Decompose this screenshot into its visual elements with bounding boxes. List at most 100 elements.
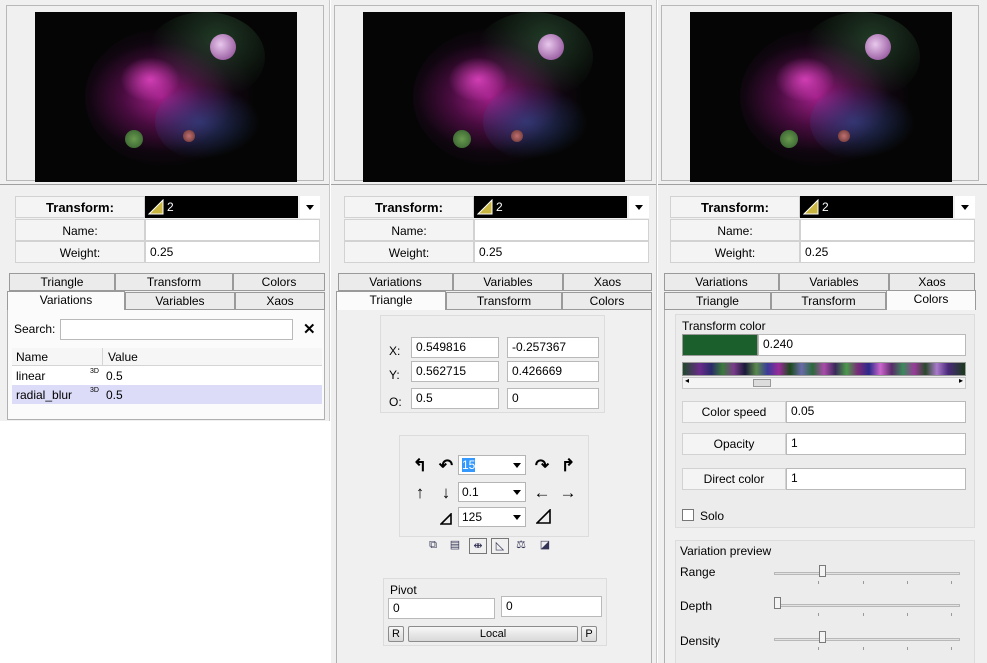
scroll-left-icon[interactable]: ◂ (685, 376, 689, 385)
name-field[interactable] (145, 219, 320, 241)
depth-slider[interactable] (774, 597, 960, 617)
move-up-icon[interactable]: ↑ (410, 483, 430, 503)
reset-icon[interactable]: ◪ (537, 538, 553, 552)
o2-field[interactable]: 0 (507, 388, 599, 409)
tab-colors[interactable]: Colors (233, 273, 325, 291)
tab-variables[interactable]: Variables (125, 292, 235, 310)
rotate-cw-icon[interactable]: ↷ (532, 456, 552, 476)
move-left-icon[interactable]: ← (532, 483, 552, 503)
pivot-group: Pivot 0 0 R Local P (383, 578, 607, 646)
scroll-right-icon[interactable]: ▸ (959, 376, 963, 385)
transform-select[interactable]: 2 (800, 196, 953, 218)
tab-xaos[interactable]: Xaos (889, 273, 975, 291)
tab-xaos[interactable]: Xaos (235, 292, 325, 310)
move-value-combo[interactable]: 0.1 (458, 482, 526, 502)
tab-variables[interactable]: Variables (453, 273, 563, 291)
color-value-field[interactable]: 0.240 (758, 334, 966, 356)
color-speed-field[interactable]: 0.05 (786, 401, 966, 423)
balance-icon[interactable]: ⚖ (513, 538, 529, 552)
direct-color-field[interactable]: 1 (786, 468, 966, 490)
transform-select-value: 2 (167, 200, 174, 214)
rotate-ccw-icon[interactable]: ↶ (436, 456, 456, 476)
row-value[interactable]: 0.5 (106, 369, 123, 383)
tab-transform[interactable]: Transform (446, 292, 562, 310)
slider-tick (818, 581, 819, 584)
transform-select[interactable]: 2 (474, 196, 627, 218)
table-row[interactable]: radial_blur 3D 0.5 (12, 385, 322, 404)
tab-variations[interactable]: Variations (7, 291, 125, 311)
range-slider[interactable] (774, 565, 960, 585)
tab-variations[interactable]: Variations (664, 273, 779, 291)
clear-search-icon[interactable]: ✕ (303, 320, 316, 338)
density-slider[interactable] (774, 631, 960, 651)
middle-panel: Transform: 2 Name: Weight: 0.25 Variatio… (331, 0, 657, 663)
slider-tick (951, 581, 952, 584)
paste-icon[interactable]: ▤ (447, 538, 463, 552)
tab-triangle[interactable]: Triangle (9, 273, 115, 291)
weight-row: Weight: 0.25 (344, 241, 649, 263)
row-value[interactable]: 0.5 (106, 388, 123, 402)
tab-transform[interactable]: Transform (771, 292, 886, 310)
transform-dropdown-arrow[interactable] (955, 196, 975, 218)
pivot-reset-button[interactable]: R (388, 626, 404, 642)
pivot-title: Pivot (390, 583, 417, 597)
transform-select[interactable]: 2 (145, 196, 298, 218)
weight-field[interactable]: 0.25 (474, 241, 649, 263)
tab-xaos[interactable]: Xaos (563, 273, 652, 291)
scrollbar-thumb[interactable] (753, 379, 771, 387)
name-field[interactable] (474, 219, 649, 241)
flame-preview-frame (334, 5, 652, 182)
tab-colors[interactable]: Colors (562, 292, 652, 310)
x2-field[interactable]: -0.257367 (507, 337, 599, 358)
transform-row: Transform: 2 (15, 196, 320, 218)
copy-icon[interactable]: ⧉ (425, 538, 441, 552)
tab-triangle[interactable]: Triangle (664, 292, 771, 310)
triangle-edit-icon[interactable]: ◺ (491, 538, 509, 554)
pivot-local-button[interactable]: Local (408, 626, 578, 642)
rotate-value-combo[interactable]: 15 (458, 455, 526, 475)
o1-field[interactable]: 0.5 (411, 388, 499, 409)
tab-triangle[interactable]: Triangle (336, 291, 446, 311)
name-field[interactable] (800, 219, 975, 241)
x1-field[interactable]: 0.549816 (411, 337, 499, 358)
weight-field[interactable]: 0.25 (800, 241, 975, 263)
pivot-x-field[interactable]: 0 (388, 598, 495, 619)
y2-field[interactable]: 0.426669 (507, 361, 599, 382)
solo-checkbox[interactable] (682, 509, 694, 521)
column-header-value[interactable]: Value (108, 350, 138, 364)
table-row[interactable]: linear 3D 0.5 (12, 366, 322, 385)
tab-variations[interactable]: Variations (338, 273, 453, 291)
transform-dropdown-arrow[interactable] (300, 196, 320, 218)
palette-scrollbar[interactable]: ◂ ▸ (682, 376, 966, 389)
slider-thumb[interactable] (819, 631, 826, 643)
pivot-pick-button[interactable]: P (581, 626, 597, 642)
palette-gradient[interactable] (682, 362, 966, 376)
flip-icon[interactable]: ⇼ (469, 538, 487, 554)
rotate-cw-90-icon[interactable]: ↱ (558, 456, 578, 476)
tab-transform[interactable]: Transform (115, 273, 233, 291)
weight-field[interactable]: 0.25 (145, 241, 320, 263)
transform-dropdown-arrow[interactable] (629, 196, 649, 218)
flame-preview-frame (6, 5, 324, 182)
move-right-icon[interactable]: → (558, 483, 578, 503)
rotate-ccw-90-icon[interactable]: ↰ (410, 456, 430, 476)
move-down-icon[interactable]: ↓ (436, 483, 456, 503)
y-label: Y: (389, 368, 400, 382)
color-speed-label: Color speed (682, 401, 786, 423)
slider-tick (818, 613, 819, 616)
x-label: X: (389, 344, 401, 358)
y1-field[interactable]: 0.562715 (411, 361, 499, 382)
scale-down-icon[interactable] (440, 513, 452, 525)
column-header-name[interactable]: Name (16, 350, 48, 364)
transform-row: Transform: 2 (344, 196, 649, 218)
tab-colors[interactable]: Colors (886, 290, 976, 310)
tab-variables[interactable]: Variables (779, 273, 889, 291)
opacity-field[interactable]: 1 (786, 433, 966, 455)
slider-thumb[interactable] (819, 565, 826, 577)
slider-thumb[interactable] (774, 597, 781, 609)
scale-up-icon[interactable] (536, 509, 551, 524)
pivot-y-field[interactable]: 0 (501, 596, 602, 617)
scale-value-combo[interactable]: 125 (458, 507, 526, 527)
search-input[interactable] (60, 319, 293, 340)
color-swatch[interactable] (682, 334, 758, 356)
